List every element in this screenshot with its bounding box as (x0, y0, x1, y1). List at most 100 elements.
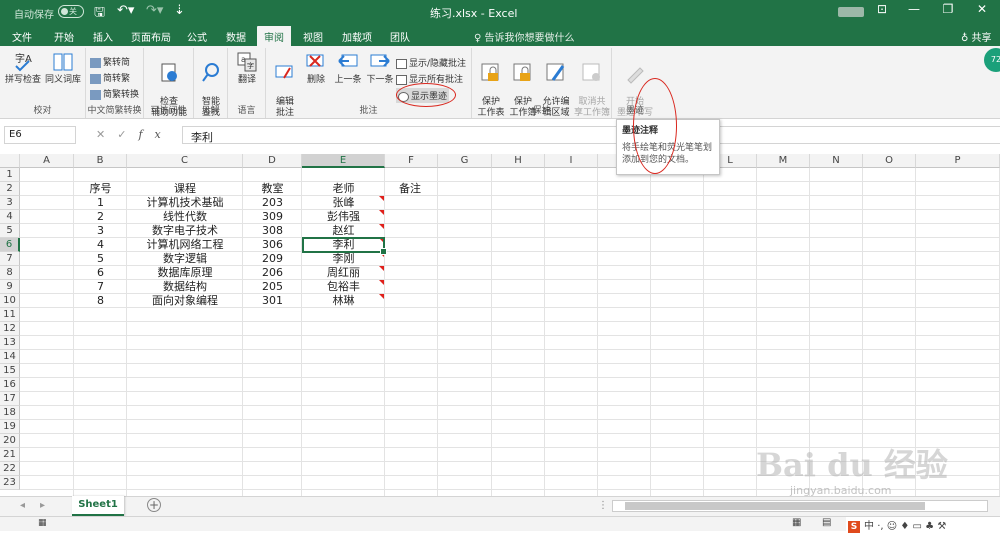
row-header-7[interactable]: 7 (0, 252, 20, 266)
table-header-cell[interactable]: 课程 (127, 182, 243, 196)
row-header-16[interactable]: 16 (0, 378, 20, 392)
row-header-9[interactable]: 9 (0, 280, 20, 294)
table-cell[interactable]: 1 (74, 196, 127, 210)
tab-review[interactable]: 审阅 (257, 26, 291, 46)
table-cell[interactable]: 6 (74, 266, 127, 280)
table-header-cell[interactable]: 序号 (74, 182, 127, 196)
comment-indicator[interactable] (379, 266, 384, 271)
row-header-12[interactable]: 12 (0, 322, 20, 336)
table-cell[interactable]: 209 (243, 252, 302, 266)
row-header-22[interactable]: 22 (0, 462, 20, 476)
tab-view[interactable]: 视图 (303, 29, 323, 44)
table-cell[interactable]: 李刚 (302, 252, 385, 266)
comment-indicator[interactable] (379, 210, 384, 215)
comment-indicator[interactable] (379, 196, 384, 201)
trad-to-simp-button[interactable]: 繁转简 (90, 55, 130, 68)
column-header-d[interactable]: D (243, 154, 302, 168)
column-header-f[interactable]: F (385, 154, 438, 168)
table-cell[interactable]: 彭伟强 (302, 210, 385, 224)
table-cell[interactable]: 计算机网络工程 (127, 238, 243, 252)
ribbon-display-options-icon[interactable]: ⊡ (872, 2, 892, 16)
tab-team[interactable]: 团队 (390, 29, 410, 44)
row-header-10[interactable]: 10 (0, 294, 20, 308)
assistant-badge[interactable]: 72 (984, 48, 1000, 72)
ime-mode-icon[interactable]: 中 (864, 521, 874, 532)
table-cell[interactable]: 309 (243, 210, 302, 224)
column-header-c[interactable]: C (127, 154, 243, 168)
row-header-8[interactable]: 8 (0, 266, 20, 280)
sheet-tab-sheet1[interactable]: Sheet1 (72, 496, 124, 516)
macro-icon[interactable]: ▦ (38, 518, 47, 528)
table-cell[interactable]: 数据库原理 (127, 266, 243, 280)
table-cell[interactable]: 面向对象编程 (127, 294, 243, 308)
share-button[interactable]: ♁ 共享 (961, 29, 992, 44)
row-header-17[interactable]: 17 (0, 392, 20, 406)
table-cell[interactable]: 3 (74, 224, 127, 238)
tab-addins[interactable]: 加载项 (342, 29, 372, 44)
enter-icon[interactable]: ✓ (117, 128, 138, 141)
row-header-13[interactable]: 13 (0, 336, 20, 350)
table-header-cell[interactable]: 老师 (302, 182, 385, 196)
name-box[interactable]: E6 (4, 126, 76, 144)
row-header-5[interactable]: 5 (0, 224, 20, 238)
comment-indicator[interactable] (379, 224, 384, 229)
convert-button[interactable]: 简繁转换 (90, 87, 139, 100)
table-header-cell[interactable]: 备注 (385, 182, 438, 196)
tools-icon[interactable]: ⚒ (937, 521, 946, 532)
minimize-button[interactable]: — (904, 2, 924, 16)
scroll-right-icon[interactable]: ▸ (40, 500, 45, 511)
row-header-4[interactable]: 4 (0, 210, 20, 224)
table-cell[interactable]: 206 (243, 266, 302, 280)
table-cell[interactable]: 赵红 (302, 224, 385, 238)
column-header-a[interactable]: A (20, 154, 74, 168)
table-cell[interactable]: 数字电子技术 (127, 224, 243, 238)
maximize-button[interactable]: ❐ (938, 2, 958, 16)
table-cell[interactable]: 203 (243, 196, 302, 210)
scroll-left-icon[interactable]: ◂ (20, 500, 25, 511)
thesaurus-button[interactable]: 同义词库 (44, 51, 82, 86)
sogou-logo-icon[interactable]: S (848, 521, 860, 533)
redo-icon[interactable]: ↷▾ (146, 3, 163, 18)
delete-comment-button[interactable]: 删除 (302, 51, 330, 86)
table-cell[interactable]: 林琳 (302, 294, 385, 308)
autosave-toggle[interactable]: 关 (58, 5, 84, 18)
table-cell[interactable]: 4 (74, 238, 127, 252)
emoji-icon[interactable]: ☺ (887, 521, 897, 532)
mic-icon[interactable]: ♦ (900, 521, 909, 532)
user-name[interactable] (838, 7, 864, 17)
show-hide-comment-button[interactable]: 显示/隐藏批注 (396, 56, 466, 69)
punctuation-icon[interactable]: ·, (877, 521, 883, 532)
next-comment-button[interactable]: 下一条 (364, 51, 396, 86)
table-cell[interactable]: 8 (74, 294, 127, 308)
tab-insert[interactable]: 插入 (93, 29, 113, 44)
translate-button[interactable]: a字 翻译 (232, 51, 262, 86)
tab-formulas[interactable]: 公式 (187, 29, 207, 44)
table-cell[interactable]: 张峰 (302, 196, 385, 210)
row-header-18[interactable]: 18 (0, 406, 20, 420)
row-header-11[interactable]: 11 (0, 308, 20, 322)
row-header-2[interactable]: 2 (0, 182, 20, 196)
row-header-3[interactable]: 3 (0, 196, 20, 210)
table-cell[interactable]: 包裕丰 (302, 280, 385, 294)
row-header-15[interactable]: 15 (0, 364, 20, 378)
column-header-n[interactable]: N (810, 154, 863, 168)
formula-input[interactable]: 李利 (182, 126, 1000, 144)
row-header-6[interactable]: 6 (0, 238, 20, 252)
row-header-21[interactable]: 21 (0, 448, 20, 462)
spelling-button[interactable]: 字A 拼写检查 (4, 51, 42, 86)
row-header-14[interactable]: 14 (0, 350, 20, 364)
customize-qat-icon[interactable]: ⇣ (174, 3, 185, 18)
row-header-20[interactable]: 20 (0, 434, 20, 448)
table-cell[interactable]: 数据结构 (127, 280, 243, 294)
table-cell[interactable]: 7 (74, 280, 127, 294)
table-cell[interactable]: 线性代数 (127, 210, 243, 224)
table-cell[interactable]: 301 (243, 294, 302, 308)
comment-indicator[interactable] (379, 294, 384, 299)
row-header-1[interactable]: 1 (0, 168, 20, 182)
tab-home[interactable]: 开始 (54, 29, 74, 44)
select-all-corner[interactable] (0, 154, 20, 168)
column-header-o[interactable]: O (863, 154, 916, 168)
tab-data[interactable]: 数据 (226, 29, 246, 44)
clothes-icon[interactable]: ♣ (925, 521, 934, 532)
keyboard-icon[interactable]: ▭ (913, 521, 922, 532)
